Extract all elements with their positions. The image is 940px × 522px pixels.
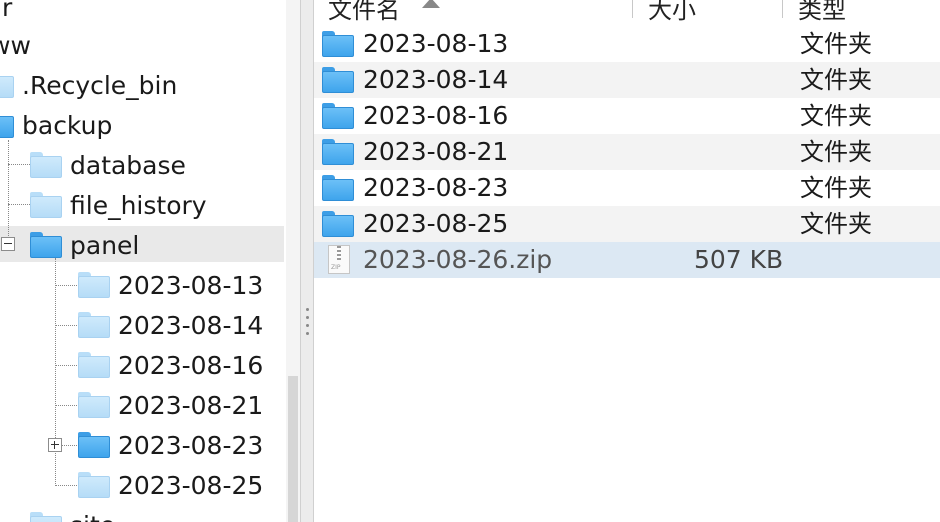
collapse-toggle-icon[interactable]: [1, 237, 15, 251]
tree-connector: [55, 485, 79, 486]
file-row[interactable]: 2023-08-13 文件夹: [314, 26, 940, 62]
tree-item-panel-child[interactable]: 2023-08-14: [78, 306, 263, 344]
tree-connector: [8, 204, 30, 205]
file-type: 文件夹: [800, 30, 872, 58]
file-name: 2023-08-13: [363, 29, 509, 58]
tree-item-label: 2023-08-13: [118, 270, 264, 300]
tree-connector: [8, 140, 9, 250]
column-separator[interactable]: [632, 0, 633, 18]
splitter-grip-dot: [306, 316, 309, 319]
tree-item-label: file_history: [70, 190, 207, 220]
file-type: 文件夹: [800, 210, 872, 238]
file-list[interactable]: 文件名 大小 类型 2023-08-13 文件夹 2023-08-14 文件夹 …: [314, 0, 940, 522]
tree-connector: [8, 164, 30, 165]
tree-item-label: site: [70, 511, 115, 522]
file-row[interactable]: 2023-08-23 文件夹: [314, 170, 940, 206]
tree-item-partial-top[interactable]: .r: [0, 0, 12, 26]
file-name: 2023-08-21: [363, 137, 509, 166]
file-row[interactable]: 2023-08-14 文件夹: [314, 62, 940, 98]
folder-open-icon: [30, 232, 62, 258]
tree-item-root[interactable]: ww: [0, 26, 31, 64]
folder-icon: [322, 211, 354, 237]
tree-connector: [62, 445, 79, 446]
file-size: 507 KB: [694, 245, 784, 274]
zip-file-icon: [328, 245, 350, 274]
folder-icon: [322, 175, 354, 201]
column-header-label: 大小: [648, 0, 696, 24]
folder-icon: [78, 352, 110, 378]
tree-item-panel-child[interactable]: 2023-08-13: [78, 266, 263, 304]
tree-connector: [55, 365, 79, 366]
file-name: 2023-08-14: [363, 65, 509, 94]
folder-icon: [322, 31, 354, 57]
file-type: 文件夹: [800, 138, 872, 166]
pane-splitter[interactable]: [300, 0, 314, 522]
splitter-grip-dot: [306, 332, 309, 335]
tree-item-label: .r: [0, 0, 13, 22]
file-row[interactable]: 2023-08-21 文件夹: [314, 134, 940, 170]
folder-icon: [322, 67, 354, 93]
column-header-type[interactable]: 类型: [798, 0, 846, 24]
file-row-selected[interactable]: 2023-08-26.zip 507 KB: [314, 242, 940, 278]
folder-icon: [30, 152, 62, 178]
tree-item-site[interactable]: site: [30, 506, 115, 522]
file-row[interactable]: 2023-08-16 文件夹: [314, 98, 940, 134]
folder-icon: [0, 72, 14, 98]
sort-ascending-icon: [422, 0, 440, 8]
tree-item-label: 2023-08-23: [118, 430, 264, 460]
file-name: 2023-08-25: [363, 209, 509, 238]
folder-tree[interactable]: .r ww .Recycle_bin backup database file_…: [0, 0, 300, 522]
splitter-grip-dot: [306, 324, 309, 327]
folder-icon: [322, 139, 354, 165]
tree-item-panel-child[interactable]: 2023-08-25: [78, 466, 263, 504]
column-header-label: 文件名: [328, 0, 400, 24]
tree-item-label: 2023-08-14: [118, 310, 264, 340]
folder-open-icon: [0, 112, 14, 138]
tree-item-panel[interactable]: panel: [30, 226, 139, 264]
folder-icon: [78, 432, 110, 458]
folder-icon: [30, 192, 62, 218]
tree-connector: [55, 325, 79, 326]
file-row[interactable]: 2023-08-25 文件夹: [314, 206, 940, 242]
tree-item-label: 2023-08-21: [118, 390, 264, 420]
folder-icon: [78, 272, 110, 298]
tree-item-panel-child[interactable]: 2023-08-16: [78, 346, 263, 384]
column-header-size[interactable]: 大小: [648, 0, 696, 24]
tree-item-label: .Recycle_bin: [22, 70, 178, 100]
file-name: 2023-08-23: [363, 173, 509, 202]
tree-item-panel-child[interactable]: 2023-08-23: [78, 426, 263, 464]
file-name: 2023-08-26.zip: [363, 245, 553, 274]
tree-scrollbar-thumb[interactable]: [288, 376, 298, 522]
tree-connector: [55, 405, 79, 406]
folder-icon: [30, 512, 62, 522]
tree-item-database[interactable]: database: [30, 146, 186, 184]
tree-item-panel-child[interactable]: 2023-08-21: [78, 386, 263, 424]
tree-item-file-history[interactable]: file_history: [30, 186, 207, 224]
folder-icon: [78, 392, 110, 418]
file-name: 2023-08-16: [363, 101, 509, 130]
tree-item-label: ww: [0, 30, 31, 60]
tree-item-backup[interactable]: backup: [0, 106, 112, 144]
tree-item-label: database: [70, 150, 186, 180]
tree-item-recycle-bin[interactable]: .Recycle_bin: [0, 66, 177, 104]
file-type: 文件夹: [800, 102, 872, 130]
tree-item-label: panel: [70, 230, 140, 260]
column-separator[interactable]: [782, 0, 783, 18]
file-type: 文件夹: [800, 174, 872, 202]
column-header-name[interactable]: 文件名: [328, 0, 400, 24]
expand-toggle-icon[interactable]: [48, 438, 62, 452]
tree-item-label: 2023-08-25: [118, 470, 264, 500]
folder-icon: [322, 103, 354, 129]
tree-connector: [55, 285, 79, 286]
folder-icon: [78, 312, 110, 338]
tree-item-label: backup: [22, 110, 113, 140]
column-header-label: 类型: [798, 0, 846, 24]
file-type: 文件夹: [800, 66, 872, 94]
splitter-grip-dot: [306, 308, 309, 311]
tree-item-label: 2023-08-16: [118, 350, 264, 380]
folder-icon: [78, 472, 110, 498]
